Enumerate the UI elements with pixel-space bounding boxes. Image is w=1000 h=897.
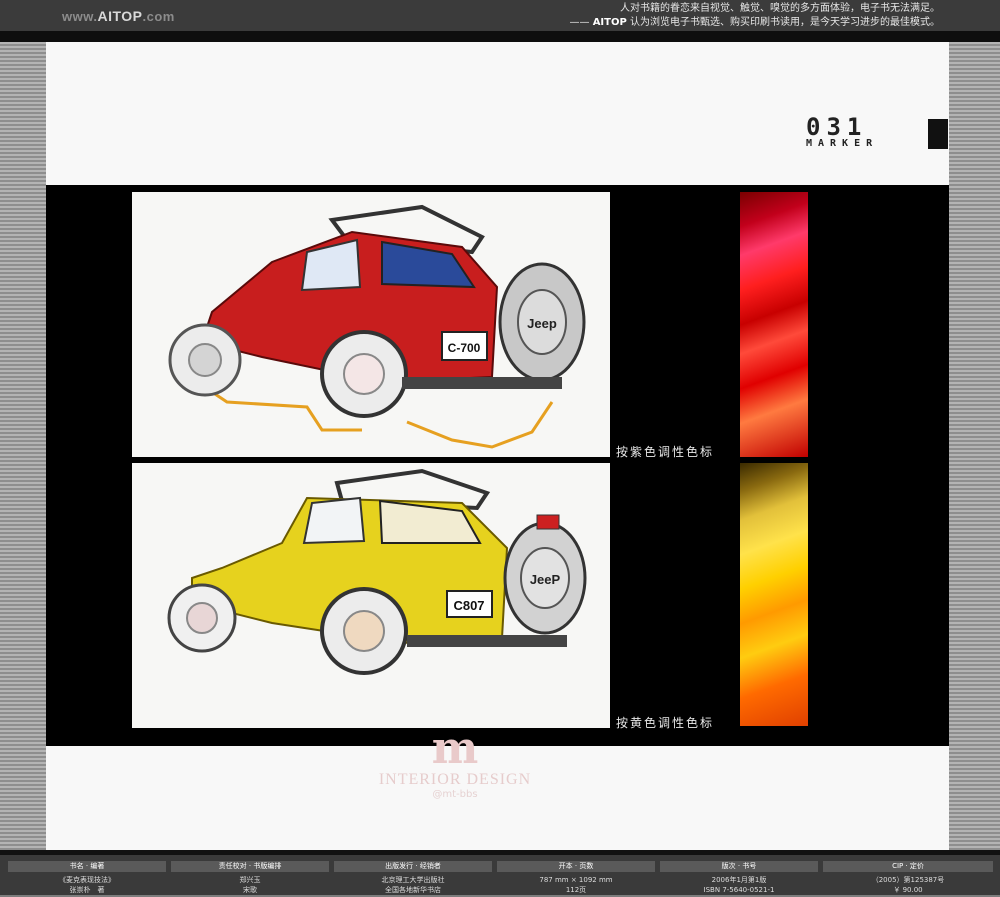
footer-col-line: 787 mm × 1092 mm (539, 876, 613, 884)
footer-col-header: 书名 · 编著 (8, 861, 166, 872)
watermark-text: INTERIOR DESIGN (378, 771, 532, 788)
footer-col-line: 北京理工大学出版社 (381, 876, 445, 884)
slogan-brand: AITOP (592, 17, 627, 28)
yellow-color-swatch (740, 463, 808, 726)
footer-col-line: 2006年1月第1版 (711, 876, 767, 884)
caption-purple-tone: 按紫色调性色标 (616, 445, 715, 459)
footer-col-header: 责任校对 · 书版编排 (171, 861, 329, 872)
footer-col-line: （2005）第125387号 (871, 876, 945, 884)
footer-col-header: 出版发行 · 经销者 (334, 861, 492, 872)
footer-col-line: 112页 (565, 886, 587, 894)
red-color-swatch (740, 192, 808, 457)
footer-col-line: 张崇朴 著 (69, 886, 105, 894)
red-jeep-illustration: C-700 Jeep (168, 204, 586, 449)
watermark: m INTERIOR DESIGN @mt-bbs (370, 723, 540, 801)
svg-text:C807: C807 (453, 598, 484, 613)
page-number: 031 (806, 113, 868, 141)
slogan-line-2: —— AITOP 认为浏览电子书甄选、购买印刷书读用，是今天学习进步的最佳模式。 (570, 16, 941, 30)
right-margin-stripes (949, 42, 1000, 850)
illustration-spread: C-700 Jeep 按紫色调性色标 C807 JeeP 按黄色调性色标 (46, 185, 949, 746)
logo-prefix: www. (62, 9, 98, 24)
page-label: MARKER (806, 138, 879, 149)
slogan: 人对书籍的眷恋来自视觉、触觉、嗅觉的多方面体验，电子书无法满足。 —— AITO… (570, 2, 941, 30)
svg-text:Jeep: Jeep (527, 316, 557, 331)
slogan-rest: 认为浏览电子书甄选、购买印刷书读用，是今天学习进步的最佳模式。 (626, 17, 940, 28)
book-info-footer: 书名 · 编著 《麦克表现技法》 张崇朴 著 责任校对 · 书版编排 郑兴玉 宋… (0, 850, 1000, 895)
footer-col-line: ￥ 90.00 (893, 886, 923, 894)
footer-col-edition: 版次 · 书号 2006年1月第1版 ISBN 7-5640-0521-1 (660, 861, 818, 897)
logo-brand: AITOP (97, 8, 143, 24)
footer-col-format: 开本 · 页数 787 mm × 1092 mm 112页 (497, 861, 655, 897)
footer-col-line: 郑兴玉 (239, 876, 261, 884)
footer-col-line: 宋歌 (243, 886, 257, 894)
footer-col-editor: 责任校对 · 书版编排 郑兴玉 宋歌 (171, 861, 329, 897)
slogan-line-1: 人对书籍的眷恋来自视觉、触觉、嗅觉的多方面体验，电子书无法满足。 (620, 3, 940, 14)
footer-col-price: CIP · 定价 （2005）第125387号 ￥ 90.00 (823, 861, 993, 897)
footer-col-publisher: 出版发行 · 经销者 北京理工大学出版社 全国各地新华书店 (334, 861, 492, 897)
svg-text:JeeP: JeeP (530, 572, 561, 587)
footer-col-line: 《麦克表现技法》 (59, 876, 115, 884)
footer-col-header: CIP · 定价 (823, 861, 993, 872)
footer-col-title: 书名 · 编著 《麦克表现技法》 张崇朴 著 (8, 861, 166, 897)
left-margin-stripes (0, 42, 46, 850)
watermark-subtext: @mt-bbs (432, 789, 478, 800)
watermark-logo: m (431, 723, 479, 774)
footer-col-line: 全国各地新华书店 (385, 886, 441, 894)
slogan-dash: —— (569, 17, 593, 28)
page-number-tab (928, 119, 948, 149)
footer-col-line: ISBN 7-5640-0521-1 (703, 886, 775, 894)
caption-yellow-tone: 按黄色调性色标 (616, 716, 715, 730)
site-logo[interactable]: www.AITOP.com (62, 8, 175, 24)
top-bar: www.AITOP.com 人对书籍的眷恋来自视觉、触觉、嗅觉的多方面体验，电子… (0, 0, 1000, 31)
top-divider (0, 31, 1000, 42)
yellow-jeep-sketch: C807 JeeP (132, 463, 610, 728)
footer-col-header: 开本 · 页数 (497, 861, 655, 872)
page-number-block: 031 MARKER (806, 113, 948, 151)
yellow-jeep-illustration: C807 JeeP (167, 468, 587, 675)
red-jeep-sketch: C-700 Jeep (132, 192, 610, 457)
svg-text:C-700: C-700 (448, 341, 481, 355)
logo-suffix: .com (142, 9, 175, 24)
footer-col-header: 版次 · 书号 (660, 861, 818, 872)
